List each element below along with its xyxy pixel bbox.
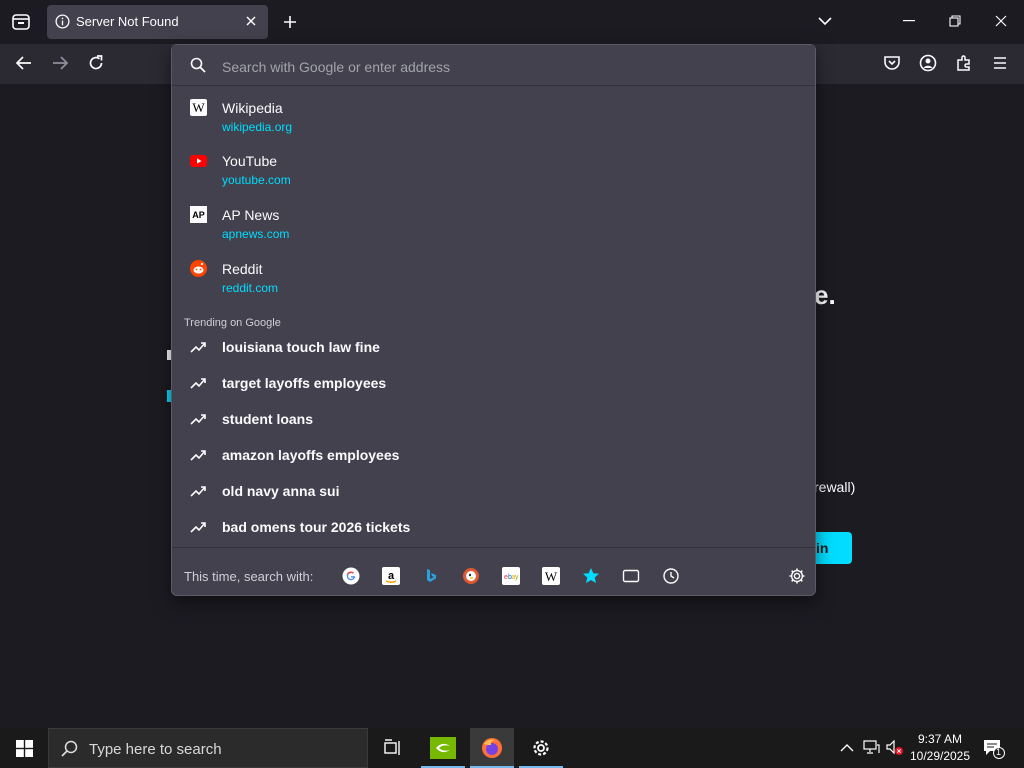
extensions-icon[interactable] — [955, 54, 973, 72]
trending-section-label: Trending on Google — [184, 317, 281, 329]
result-youtube[interactable]: YouTube youtube.com — [172, 142, 815, 194]
minimize-icon[interactable] — [903, 20, 915, 22]
svg-text:W: W — [192, 100, 205, 115]
taskbar-search-placeholder: Type here to search — [89, 741, 222, 758]
history-icon[interactable] — [662, 567, 680, 585]
new-tab-icon[interactable] — [282, 14, 298, 30]
reddit-icon — [190, 260, 207, 277]
ebay-engine-icon[interactable]: ebay — [502, 567, 520, 585]
list-all-tabs-icon[interactable] — [818, 16, 832, 26]
trending-icon — [190, 449, 207, 461]
search-icon — [61, 740, 78, 757]
svg-text:W: W — [545, 569, 558, 584]
close-window-icon[interactable] — [995, 15, 1007, 27]
task-view-button[interactable] — [370, 728, 414, 768]
settings-app-button[interactable] — [519, 728, 563, 768]
pocket-icon[interactable] — [883, 54, 901, 72]
youtube-icon — [190, 152, 207, 169]
wikipedia-icon: W — [190, 99, 207, 116]
one-off-search-bar: This time, search with: a ebay W — [172, 547, 815, 596]
trending-icon — [190, 341, 207, 353]
trending-item[interactable]: old navy anna sui — [172, 474, 815, 510]
restore-icon[interactable] — [949, 15, 961, 27]
search-with-label: This time, search with: — [184, 569, 314, 584]
svg-text:AP: AP — [192, 210, 205, 220]
firefox-app-button[interactable] — [470, 728, 514, 768]
trending-icon — [190, 413, 207, 425]
volume-muted-icon[interactable] — [886, 740, 904, 756]
reload-icon[interactable] — [87, 54, 105, 72]
windows-start-icon[interactable] — [16, 740, 33, 757]
search-icon — [190, 57, 206, 73]
tab-server-not-found[interactable]: Server Not Found — [47, 5, 268, 39]
wikipedia-engine-icon[interactable]: W — [542, 567, 560, 585]
firefox-view-icon[interactable] — [12, 14, 30, 30]
clock-time[interactable]: 9:37 AM — [910, 732, 970, 746]
taskbar: Type here to search 9:37 AM 10/29/2025 1 — [0, 728, 1024, 768]
trending-icon — [190, 377, 207, 389]
result-reddit[interactable]: Reddit reddit.com — [172, 250, 815, 302]
trending-item[interactable]: target layoffs employees — [172, 366, 815, 402]
ap-news-icon: AP — [190, 206, 207, 223]
trending-item[interactable]: louisiana touch law fine — [172, 330, 815, 366]
trending-icon — [190, 485, 207, 497]
search-settings-gear-icon[interactable] — [788, 567, 806, 585]
trending-item[interactable]: bad omens tour 2026 tickets — [172, 510, 815, 546]
menu-icon[interactable] — [991, 54, 1009, 72]
nvidia-icon — [430, 737, 456, 759]
tabs-icon[interactable] — [622, 567, 640, 585]
clock-date[interactable]: 10/29/2025 — [904, 749, 976, 763]
google-engine-icon[interactable] — [342, 567, 360, 585]
close-tab-icon[interactable] — [245, 15, 257, 27]
svg-text:y: y — [515, 574, 519, 581]
url-input[interactable] — [220, 55, 784, 79]
account-icon[interactable] — [919, 54, 937, 72]
trending-icon — [190, 521, 207, 533]
page-heading-fragment: e. — [814, 280, 836, 310]
taskbar-search-box[interactable]: Type here to search — [48, 728, 368, 768]
urlbar-dropdown: W Wikipedia wikipedia.org YouTube youtub… — [171, 44, 816, 596]
trending-item[interactable]: amazon layoffs employees — [172, 438, 815, 474]
duckduckgo-engine-icon[interactable] — [462, 567, 480, 585]
urlbar — [172, 45, 815, 86]
settings-gear-icon — [531, 738, 551, 758]
tab-title: Server Not Found — [76, 14, 179, 29]
network-icon[interactable] — [863, 740, 880, 755]
info-icon — [55, 14, 70, 29]
tab-strip: Server Not Found — [0, 0, 1024, 44]
nvidia-app-button[interactable] — [421, 728, 465, 768]
amazon-engine-icon[interactable]: a — [382, 567, 400, 585]
bookmarks-icon[interactable] — [582, 567, 600, 585]
svg-text:a: a — [388, 570, 395, 582]
result-ap-news[interactable]: AP AP News apnews.com — [172, 196, 815, 248]
notification-count: 1 — [996, 747, 1002, 757]
task-view-icon — [384, 739, 402, 757]
back-icon[interactable] — [15, 54, 33, 72]
bing-engine-icon[interactable] — [422, 567, 440, 585]
result-wikipedia[interactable]: W Wikipedia wikipedia.org — [172, 89, 815, 141]
notification-icon[interactable]: 1 — [983, 739, 1005, 759]
firefox-icon — [480, 736, 504, 760]
trending-item[interactable]: student loans — [172, 402, 815, 438]
forward-icon[interactable] — [51, 54, 69, 72]
chevron-up-icon[interactable] — [840, 743, 854, 752]
page-text-fragment: rewall) — [814, 479, 856, 495]
